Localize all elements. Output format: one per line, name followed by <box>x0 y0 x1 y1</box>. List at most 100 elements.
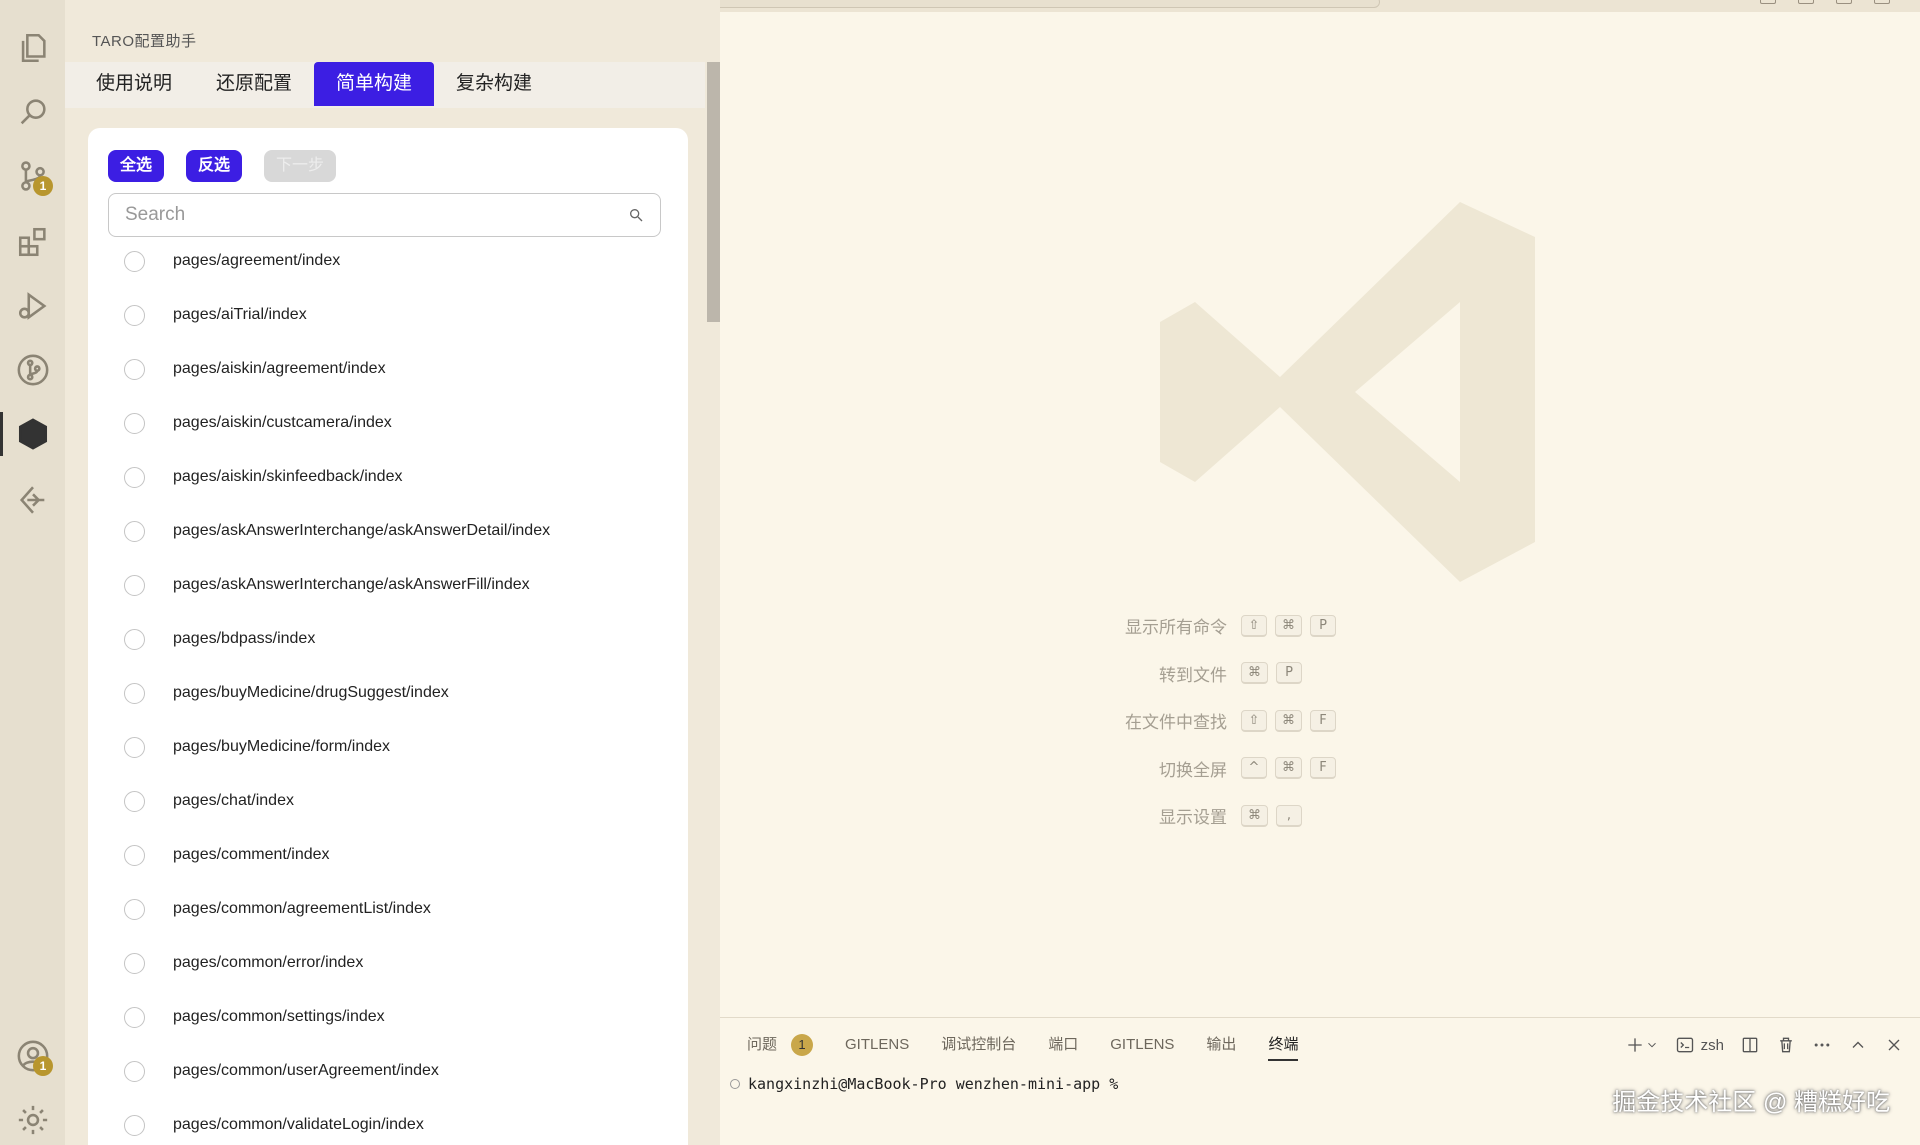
tab-simple-build[interactable]: 简单构建 <box>314 62 435 106</box>
layout-toggle-icon[interactable] <box>1836 0 1852 4</box>
radio-button[interactable] <box>124 790 145 812</box>
trash-icon[interactable] <box>1776 1031 1796 1059</box>
layout-toggle-icon[interactable] <box>1798 0 1814 4</box>
panel-tab-gitlens-2[interactable]: GITLENS <box>1110 1031 1174 1059</box>
extensions-icon[interactable] <box>0 214 65 270</box>
account-icon[interactable]: 1 <box>0 1028 65 1084</box>
radio-button[interactable] <box>124 412 145 434</box>
radio-button[interactable] <box>124 1114 145 1136</box>
page-path-label: pages/aiskin/custcamera/index <box>173 414 392 431</box>
git-graph-icon[interactable] <box>0 342 65 398</box>
radio-button[interactable] <box>124 628 145 650</box>
list-item[interactable]: pages/aiskin/custcamera/index <box>124 396 664 450</box>
search-input[interactable] <box>125 204 628 226</box>
radio-button[interactable] <box>124 466 145 488</box>
panel-tab-debug-console[interactable]: 调试控制台 <box>941 1031 1016 1059</box>
radio-button[interactable] <box>124 304 145 326</box>
invert-selection-button[interactable]: 反选 <box>186 150 243 182</box>
panel-tab-terminal[interactable]: 终端 <box>1268 1031 1299 1061</box>
split-terminal-icon[interactable] <box>1740 1031 1760 1059</box>
radio-button[interactable] <box>124 682 145 704</box>
list-item[interactable]: pages/comment/index <box>124 828 664 882</box>
radio-button[interactable] <box>124 1006 145 1028</box>
list-item[interactable]: pages/aiTrial/index <box>124 288 664 342</box>
page-path-label: pages/aiTrial/index <box>173 306 307 323</box>
sidebar-tabs: 使用说明 还原配置 简单构建 复杂构建 <box>65 62 705 108</box>
radio-button[interactable] <box>124 520 145 542</box>
panel-tab-problems[interactable]: 问题 1 <box>747 1031 814 1059</box>
search-box <box>108 193 661 237</box>
panel-tabs: 问题 1 GITLENS 调试控制台 端口 GITLENS 输出 终端 <box>747 1031 1330 1061</box>
taro-cube-icon[interactable] <box>0 406 65 462</box>
problems-badge: 1 <box>791 1034 814 1056</box>
page-path-label: pages/agreement/index <box>173 252 341 269</box>
settings-gear-icon[interactable] <box>0 1092 65 1145</box>
select-all-button[interactable]: 全选 <box>108 150 165 182</box>
tab-usage[interactable]: 使用说明 <box>74 62 194 106</box>
sidebar-title: TARO配置助手 <box>92 33 197 50</box>
list-item[interactable]: pages/aiskin/skinfeedback/index <box>124 450 664 504</box>
terminal-icon <box>1676 1037 1693 1053</box>
more-actions-icon[interactable] <box>1812 1031 1832 1059</box>
page-path-label: pages/common/userAgreement/index <box>173 1062 439 1079</box>
radio-button[interactable] <box>124 358 145 380</box>
next-step-button[interactable]: 下一步 <box>264 150 337 182</box>
keycap: F <box>1310 709 1336 732</box>
radio-button[interactable] <box>124 574 145 596</box>
radio-button[interactable] <box>124 898 145 920</box>
page-path-label: pages/common/error/index <box>173 954 364 971</box>
run-debug-icon[interactable] <box>0 278 65 334</box>
list-item[interactable]: pages/buyMedicine/form/index <box>124 720 664 774</box>
list-item[interactable]: pages/askAnswerInterchange/askAnswerFill… <box>124 558 664 612</box>
list-item[interactable]: pages/askAnswerInterchange/askAnswerDeta… <box>124 504 664 558</box>
chevron-down-icon[interactable] <box>1645 1038 1659 1052</box>
keycap: ⌘ <box>1241 804 1268 827</box>
search-icon[interactable] <box>628 207 644 223</box>
shortcut-row: 在文件中查找 ⇧ ⌘ F <box>1060 697 1560 745</box>
list-item[interactable]: pages/common/agreementList/index <box>124 882 664 936</box>
radio-button[interactable] <box>124 1060 145 1082</box>
radio-button[interactable] <box>124 736 145 758</box>
page-path-label: pages/buyMedicine/form/index <box>173 738 391 755</box>
panel-tab-label: 问题 <box>747 1036 778 1053</box>
keycap: ⌘ <box>1241 662 1268 685</box>
source-control-icon[interactable]: 1 <box>0 148 65 204</box>
list-item[interactable]: pages/common/userAgreement/index <box>124 1044 664 1098</box>
radio-button[interactable] <box>124 844 145 866</box>
watermark-text: 掘金技术社区 @ 糟糕好吃 <box>1612 1089 1890 1116</box>
list-item[interactable]: pages/buyMedicine/drugSuggest/index <box>124 666 664 720</box>
list-item[interactable]: pages/aiskin/agreement/index <box>124 342 664 396</box>
new-terminal-button[interactable] <box>1625 1031 1659 1059</box>
explorer-icon[interactable] <box>0 20 65 76</box>
shortcut-row: 显示设置 ⌘, <box>1060 792 1560 840</box>
close-panel-icon[interactable] <box>1884 1031 1904 1059</box>
command-center[interactable] <box>640 0 1380 8</box>
list-item[interactable]: pages/common/error/index <box>124 936 664 990</box>
terminal-output[interactable]: kangxinzhi@MacBook-Pro wenzhen-mini-app … <box>730 1075 1118 1093</box>
list-item[interactable]: pages/common/validateLogin/index <box>124 1098 664 1145</box>
radio-button[interactable] <box>124 250 145 272</box>
list-item[interactable]: pages/chat/index <box>124 774 664 828</box>
page-path-label: pages/bdpass/index <box>173 630 316 647</box>
sidebar-scrollbar[interactable] <box>707 62 720 322</box>
vscode-watermark-logo <box>1160 202 1535 582</box>
search-icon[interactable] <box>0 84 65 140</box>
radio-button[interactable] <box>124 952 145 974</box>
page-select-card: 全选 反选 下一步 pages/agreement/index pages/aiT… <box>88 128 688 1145</box>
terminal-shell-selector[interactable]: zsh <box>1675 1031 1724 1059</box>
panel-tab-gitlens[interactable]: GITLENS <box>845 1031 909 1059</box>
panel-tab-output[interactable]: 输出 <box>1206 1031 1236 1059</box>
remote-icon[interactable] <box>0 472 65 528</box>
list-item[interactable]: pages/common/settings/index <box>124 990 664 1044</box>
tab-complex-build[interactable]: 复杂构建 <box>434 62 554 106</box>
tab-restore-config[interactable]: 还原配置 <box>194 62 314 106</box>
layout-toggle-icon[interactable] <box>1874 0 1890 4</box>
panel-tab-ports[interactable]: 端口 <box>1048 1031 1078 1059</box>
page-path-label: pages/buyMedicine/drugSuggest/index <box>173 684 449 701</box>
page-path-label: pages/common/validateLogin/index <box>173 1116 424 1133</box>
maximize-panel-icon[interactable] <box>1848 1031 1868 1059</box>
list-item[interactable]: pages/bdpass/index <box>124 612 664 666</box>
shortcut-label: 显示设置 <box>1159 808 1227 828</box>
list-item[interactable]: pages/agreement/index <box>124 234 664 288</box>
layout-toggle-icon[interactable] <box>1760 0 1776 4</box>
